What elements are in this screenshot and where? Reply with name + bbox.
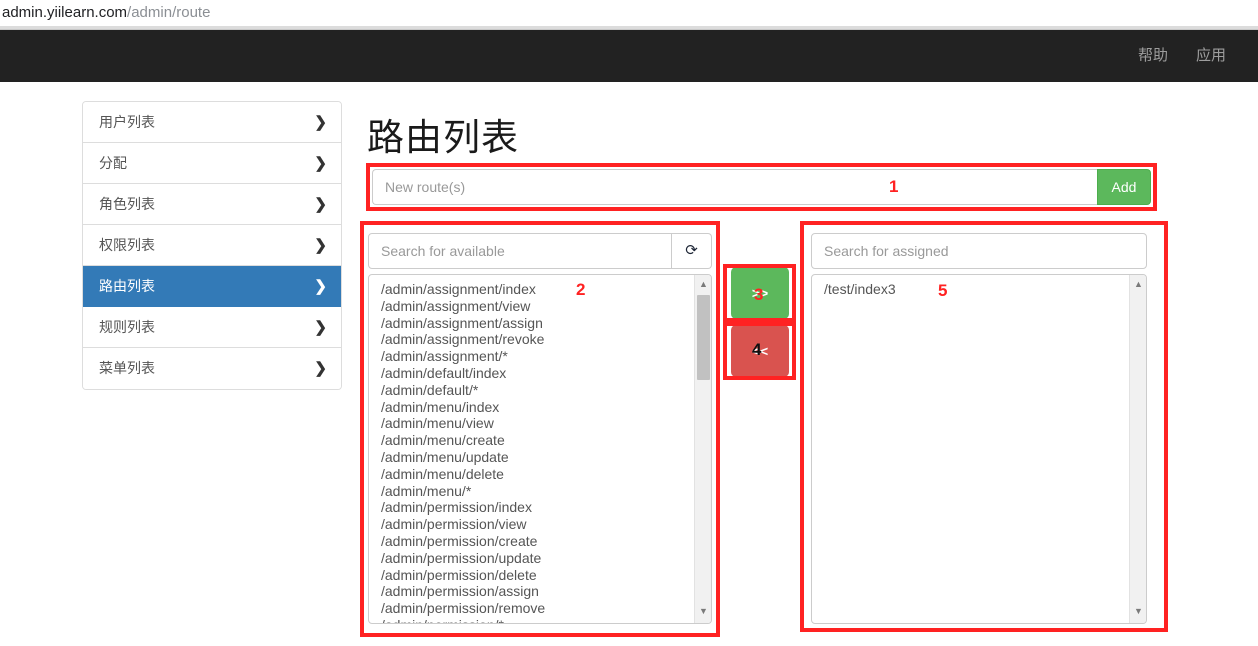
list-item[interactable]: /admin/permission/delete — [381, 567, 694, 584]
search-assigned-input[interactable] — [811, 233, 1147, 269]
sidebar-item-route-list[interactable]: 路由列表 ❯ — [83, 266, 341, 307]
chevron-right-icon: ❯ — [314, 114, 327, 131]
list-item[interactable]: /admin/permission/remove — [381, 600, 694, 617]
sidebar-item-label: 规则列表 — [99, 319, 155, 335]
list-item[interactable]: /test/index3 — [824, 281, 1129, 298]
sidebar-item-rule-list[interactable]: 规则列表 ❯ — [83, 307, 341, 348]
list-item[interactable]: /admin/permission/update — [381, 550, 694, 567]
sidebar-item-label: 路由列表 — [99, 278, 155, 294]
available-routes-panel: ⟳ /admin/assignment/index /admin/assignm… — [368, 233, 712, 624]
list-item[interactable]: /admin/menu/delete — [381, 466, 694, 483]
assigned-routes-listbox[interactable]: /test/index3 ▲ ▼ — [811, 274, 1147, 624]
sidebar-menu: 用户列表 ❯ 分配 ❯ 角色列表 ❯ 权限列表 ❯ 路由列表 ❯ 规则列表 ❯ … — [82, 101, 342, 390]
sidebar-item-label: 权限列表 — [99, 237, 155, 253]
sidebar-item-label: 分配 — [99, 155, 127, 171]
browser-url-bar[interactable]: admin.yiilearn.com/admin/route — [0, 0, 1258, 26]
list-item[interactable]: /admin/permission/index — [381, 499, 694, 516]
assigned-routes-items: /test/index3 — [812, 275, 1129, 623]
navbar-link-application[interactable]: 应用 — [1182, 30, 1240, 82]
top-navbar: 帮助 应用 — [0, 30, 1258, 82]
sidebar-item-role-list[interactable]: 角色列表 ❯ — [83, 184, 341, 225]
sidebar-item-permission-list[interactable]: 权限列表 ❯ — [83, 225, 341, 266]
assign-route-button[interactable]: >> — [731, 267, 789, 319]
scroll-down-icon[interactable]: ▼ — [695, 604, 711, 621]
list-item[interactable]: /admin/permission/* — [381, 617, 694, 623]
url-host: admin.yiilearn.com — [2, 4, 128, 21]
navbar-links: 帮助 应用 — [1124, 30, 1240, 82]
available-search-row: ⟳ — [368, 233, 712, 269]
refresh-icon[interactable]: ⟳ — [672, 233, 712, 269]
assigned-routes-panel: /test/index3 ▲ ▼ — [811, 233, 1147, 624]
list-item[interactable]: /admin/permission/view — [381, 516, 694, 533]
list-item[interactable]: /admin/default/index — [381, 365, 694, 382]
sidebar-item-label: 角色列表 — [99, 196, 155, 212]
list-item[interactable]: /admin/menu/* — [381, 483, 694, 500]
chevron-right-icon: ❯ — [314, 155, 327, 172]
list-item[interactable]: /admin/assignment/* — [381, 348, 694, 365]
navbar-link-help[interactable]: 帮助 — [1124, 30, 1182, 82]
available-routes-items: /admin/assignment/index /admin/assignmen… — [369, 275, 694, 623]
add-route-button[interactable]: Add — [1097, 169, 1151, 205]
sidebar-item-user-list[interactable]: 用户列表 ❯ — [83, 102, 341, 143]
list-item[interactable]: /admin/permission/assign — [381, 583, 694, 600]
available-routes-listbox[interactable]: /admin/assignment/index /admin/assignmen… — [368, 274, 712, 624]
available-list-scrollbar[interactable]: ▲ ▼ — [694, 275, 711, 623]
sidebar-item-label: 用户列表 — [99, 114, 155, 130]
scrollbar-thumb[interactable] — [697, 295, 710, 380]
list-item[interactable]: /admin/menu/update — [381, 449, 694, 466]
sidebar-item-menu-list[interactable]: 菜单列表 ❯ — [83, 348, 341, 389]
url-path: /admin/route — [127, 4, 211, 21]
list-item[interactable]: /admin/assignment/assign — [381, 315, 694, 332]
sidebar-item-assignment[interactable]: 分配 ❯ — [83, 143, 341, 184]
screenshot-root: admin.yiilearn.com/admin/route 帮助 应用 用户列… — [0, 0, 1258, 646]
list-item[interactable]: /admin/default/* — [381, 382, 694, 399]
remove-route-button[interactable]: << — [731, 325, 789, 377]
sidebar-item-label: 菜单列表 — [99, 360, 155, 376]
chevron-right-icon: ❯ — [314, 196, 327, 213]
page-title: 路由列表 — [367, 117, 519, 158]
scroll-down-icon[interactable]: ▼ — [1130, 604, 1146, 621]
scroll-up-icon[interactable]: ▲ — [695, 277, 711, 294]
list-item[interactable]: /admin/menu/create — [381, 432, 694, 449]
list-item[interactable]: /admin/menu/index — [381, 399, 694, 416]
chevron-right-icon: ❯ — [314, 360, 327, 377]
list-item[interactable]: /admin/permission/create — [381, 533, 694, 550]
assigned-search-row — [811, 233, 1147, 269]
scroll-up-icon[interactable]: ▲ — [1130, 277, 1146, 294]
chevron-right-icon: ❯ — [314, 319, 327, 336]
new-route-input-group: Add — [372, 169, 1151, 205]
list-item[interactable]: /admin/menu/view — [381, 415, 694, 432]
chevron-right-icon: ❯ — [314, 237, 327, 254]
list-item[interactable]: /admin/assignment/view — [381, 298, 694, 315]
new-route-input[interactable] — [372, 169, 1097, 205]
move-buttons-group: >> << — [731, 267, 789, 377]
chevron-right-icon: ❯ — [314, 278, 327, 295]
search-available-input[interactable] — [368, 233, 672, 269]
assigned-list-scrollbar[interactable]: ▲ ▼ — [1129, 275, 1146, 623]
list-item[interactable]: /admin/assignment/index — [381, 281, 694, 298]
list-item[interactable]: /admin/assignment/revoke — [381, 331, 694, 348]
